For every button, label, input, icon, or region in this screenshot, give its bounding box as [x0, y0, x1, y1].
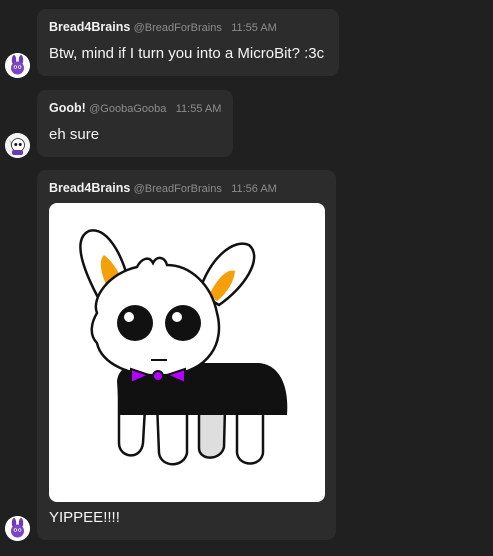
author-handle: @BreadForBrains [133, 183, 222, 195]
avatar[interactable] [5, 53, 30, 78]
message-text: YIPPEE!!!! [49, 509, 120, 526]
message-text: Btw, mind if I turn you into a MicroBit?… [49, 45, 325, 62]
timestamp: 11:56 AM [231, 183, 277, 195]
timestamp: 11:55 AM [231, 22, 277, 34]
author-name[interactable]: Bread4Brains [49, 181, 130, 195]
author-name[interactable]: Goob! [49, 101, 86, 115]
timestamp: 11:55 AM [175, 103, 222, 115]
message-bubble: Bread4Brains @BreadForBrains 11:56 AM YI… [37, 170, 336, 540]
message-bubble: Bread4Brains @BreadForBrains 11:55 AM Bt… [37, 9, 339, 76]
message-bubble: Goob! @GoobaGooba 11:55 AM eh sure [37, 90, 233, 157]
avatar-goob-icon [5, 133, 30, 158]
author-handle: @GoobaGooba [89, 103, 167, 115]
avatar-purple-bunny-icon [5, 53, 30, 78]
message-header: Bread4Brains @BreadForBrains 11:56 AM [49, 181, 277, 195]
author-name[interactable]: Bread4Brains [49, 20, 130, 34]
author-handle: @BreadForBrains [133, 22, 222, 34]
avatar[interactable] [5, 516, 30, 541]
message-text: eh sure [49, 126, 100, 143]
avatar-purple-bunny-icon [5, 516, 30, 541]
message-header: Goob! @GoobaGooba 11:55 AM [49, 101, 221, 115]
white-creature-drawing-icon [79, 229, 288, 466]
avatar[interactable] [5, 133, 30, 158]
image-attachment[interactable] [49, 203, 325, 502]
message-header: Bread4Brains @BreadForBrains 11:55 AM [49, 20, 277, 34]
